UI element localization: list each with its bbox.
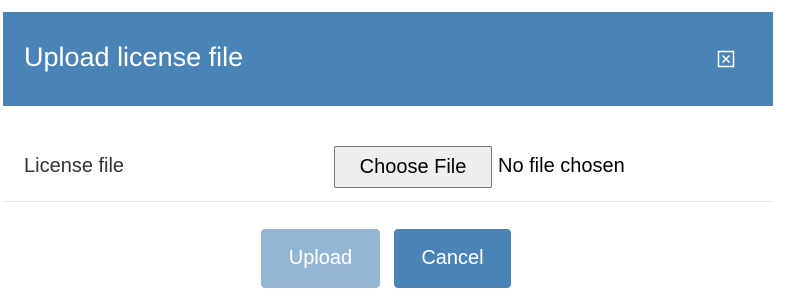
license-file-row: License file Choose File No file chosen [3,106,773,201]
dialog-title: Upload license file [24,42,244,72]
upload-button[interactable]: Upload [261,229,380,288]
file-status-text: No file chosen [498,155,625,177]
dialog-header: Upload license file [3,12,773,106]
close-icon [717,50,735,68]
close-button[interactable] [717,50,735,68]
license-file-label: License file [24,155,125,177]
cancel-button[interactable]: Cancel [394,229,511,288]
dialog-footer: Upload Cancel [3,202,773,304]
choose-file-button[interactable]: Choose File [334,146,492,188]
upload-license-dialog: Upload license file License file Choose … [3,12,773,304]
